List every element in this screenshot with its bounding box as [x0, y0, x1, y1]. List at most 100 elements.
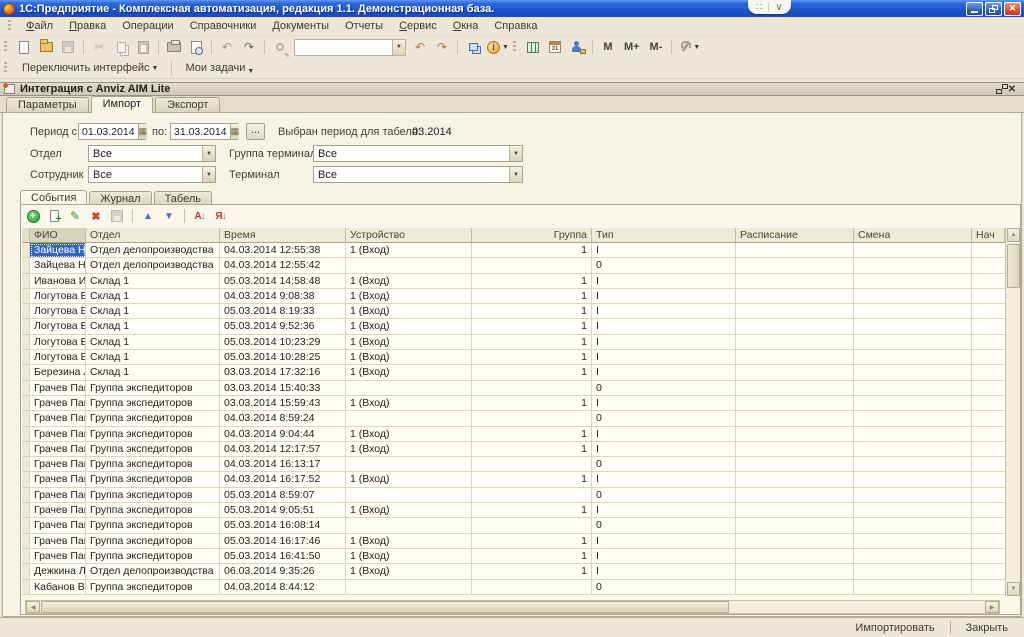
cell-grp[interactable]: 1: [472, 289, 592, 304]
cell-tip[interactable]: 0: [592, 457, 736, 472]
table-row[interactable]: Грачев Пав...Группа экспедиторов03.03.20…: [22, 396, 1005, 411]
cell-fio[interactable]: Логутова Е...: [30, 335, 86, 350]
cell-tip[interactable]: I: [592, 564, 736, 579]
cell-nach[interactable]: [972, 381, 1005, 396]
inner-tab-1[interactable]: Журнал: [89, 191, 151, 205]
menu-item-6[interactable]: Сервис: [391, 18, 445, 34]
menu-item-2[interactable]: Операции: [114, 18, 181, 34]
search-input[interactable]: [295, 41, 392, 54]
cell-grp[interactable]: 1: [472, 396, 592, 411]
cell-dev[interactable]: [346, 488, 472, 503]
cell-otdel[interactable]: Группа экспедиторов: [86, 381, 220, 396]
cell-nach[interactable]: [972, 335, 1005, 350]
cell-nach[interactable]: [972, 549, 1005, 564]
inner-tab-2[interactable]: Табель: [154, 191, 212, 205]
cell-time[interactable]: 03.03.2014 15:59:43: [220, 396, 346, 411]
cell-nach[interactable]: [972, 534, 1005, 549]
expand-icon[interactable]: ∷: [756, 2, 762, 13]
cell-smena[interactable]: [854, 549, 972, 564]
table-row[interactable]: Логутова Е...Склад 105.03.2014 8:19:331 …: [22, 304, 1005, 319]
sort-ascending-button[interactable]: А↓: [191, 208, 209, 225]
cell-fio[interactable]: Грачев Пав...: [30, 396, 86, 411]
cell-otdel[interactable]: Группа экспедиторов: [86, 488, 220, 503]
cell-rasp[interactable]: [736, 365, 854, 380]
cell-tip[interactable]: I: [592, 289, 736, 304]
menu-item-1[interactable]: Правка: [61, 18, 114, 34]
cell-time[interactable]: 04.03.2014 9:04:44: [220, 427, 346, 442]
cell-rasp[interactable]: [736, 503, 854, 518]
cell-grp[interactable]: 1: [472, 304, 592, 319]
undo-button[interactable]: ↶: [217, 38, 237, 56]
cell-fio[interactable]: Зайцева На...: [30, 258, 86, 273]
my-tasks-button[interactable]: Мои задачи▼: [179, 60, 260, 77]
table-row[interactable]: Логутова Е...Склад 104.03.2014 9:08:381 …: [22, 289, 1005, 304]
dropdown-arrow-icon[interactable]: ▼: [202, 167, 215, 182]
cell-smena[interactable]: [854, 304, 972, 319]
cell-dev[interactable]: 1 (Вход): [346, 289, 472, 304]
cell-otdel[interactable]: Группа экспедиторов: [86, 549, 220, 564]
users-tool-button[interactable]: [567, 38, 587, 56]
cell-smena[interactable]: [854, 411, 972, 426]
cell-grp[interactable]: 1: [472, 549, 592, 564]
cell-rasp[interactable]: [736, 396, 854, 411]
horizontal-scrollbar[interactable]: ◀ ▶: [25, 600, 1000, 614]
cell-rasp[interactable]: [736, 564, 854, 579]
search-dropdown-button[interactable]: ▼: [392, 40, 405, 55]
column-header-3[interactable]: Устройство: [346, 228, 472, 243]
cell-grp[interactable]: [472, 457, 592, 472]
restore-button[interactable]: [985, 2, 1002, 16]
cell-time[interactable]: 05.03.2014 9:05:51: [220, 503, 346, 518]
calc-m-minus-button[interactable]: M-: [646, 38, 667, 56]
cell-rasp[interactable]: [736, 457, 854, 472]
cell-otdel[interactable]: Склад 1: [86, 365, 220, 380]
cell-time[interactable]: 04.03.2014 12:55:38: [220, 243, 346, 258]
table-row[interactable]: Грачев Пав...Группа экспедиторов05.03.20…: [22, 549, 1005, 564]
cell-dev[interactable]: 1 (Вход): [346, 564, 472, 579]
tab-2[interactable]: Экспорт: [155, 97, 220, 112]
cell-dev[interactable]: 1 (Вход): [346, 350, 472, 365]
dropdown-arrow-icon[interactable]: ▼: [202, 146, 215, 161]
menu-item-4[interactable]: Документы: [264, 18, 337, 34]
find-previous-button[interactable]: ↷: [410, 38, 430, 56]
cell-otdel[interactable]: Группа экспедиторов: [86, 534, 220, 549]
cell-dev[interactable]: 1 (Вход): [346, 472, 472, 487]
cell-nach[interactable]: [972, 580, 1005, 595]
cell-smena[interactable]: [854, 488, 972, 503]
cell-time[interactable]: 03.03.2014 17:32:16: [220, 365, 346, 380]
scroll-left-button[interactable]: ◀: [26, 601, 40, 613]
cell-tip[interactable]: I: [592, 335, 736, 350]
column-header-2[interactable]: Время: [220, 228, 346, 243]
cell-otdel[interactable]: Отдел делопроизводства: [86, 564, 220, 579]
cell-dev[interactable]: 1 (Вход): [346, 365, 472, 380]
cell-tip[interactable]: I: [592, 549, 736, 564]
cell-rasp[interactable]: [736, 518, 854, 533]
cell-nach[interactable]: [972, 411, 1005, 426]
cell-rasp[interactable]: [736, 319, 854, 334]
horizontal-scroll-thumb[interactable]: [41, 601, 729, 613]
menu-item-8[interactable]: Справка: [486, 18, 545, 34]
cell-tip[interactable]: I: [592, 396, 736, 411]
cell-grp[interactable]: 1: [472, 243, 592, 258]
cell-rasp[interactable]: [736, 442, 854, 457]
column-header-5[interactable]: Тип: [592, 228, 736, 243]
column-header-1[interactable]: Отдел: [86, 228, 220, 243]
search-combobox[interactable]: ▼: [294, 39, 406, 56]
cell-tip[interactable]: I: [592, 274, 736, 289]
cell-otdel[interactable]: Группа экспедиторов: [86, 518, 220, 533]
cell-rasp[interactable]: [736, 411, 854, 426]
cut-button[interactable]: ✂: [89, 38, 109, 56]
cell-time[interactable]: 03.03.2014 15:40:33: [220, 381, 346, 396]
cell-dev[interactable]: [346, 258, 472, 273]
calendar-picker-icon[interactable]: ▦: [230, 124, 240, 139]
cell-fio[interactable]: Грачев Пав...: [30, 411, 86, 426]
chevron-down-icon[interactable]: ∨: [775, 2, 782, 13]
cell-fio[interactable]: Грачев Пав...: [30, 503, 86, 518]
table-row[interactable]: Иванова Ир...Склад 105.03.2014 14:58:481…: [22, 274, 1005, 289]
cell-rasp[interactable]: [736, 534, 854, 549]
cell-grp[interactable]: 1: [472, 442, 592, 457]
cell-time[interactable]: 04.03.2014 16:13:17: [220, 457, 346, 472]
cell-nach[interactable]: [972, 442, 1005, 457]
cell-fio[interactable]: Зайцева На...: [30, 243, 86, 258]
cell-fio[interactable]: Грачев Пав...: [30, 442, 86, 457]
tab-1[interactable]: Импорт: [91, 96, 153, 113]
